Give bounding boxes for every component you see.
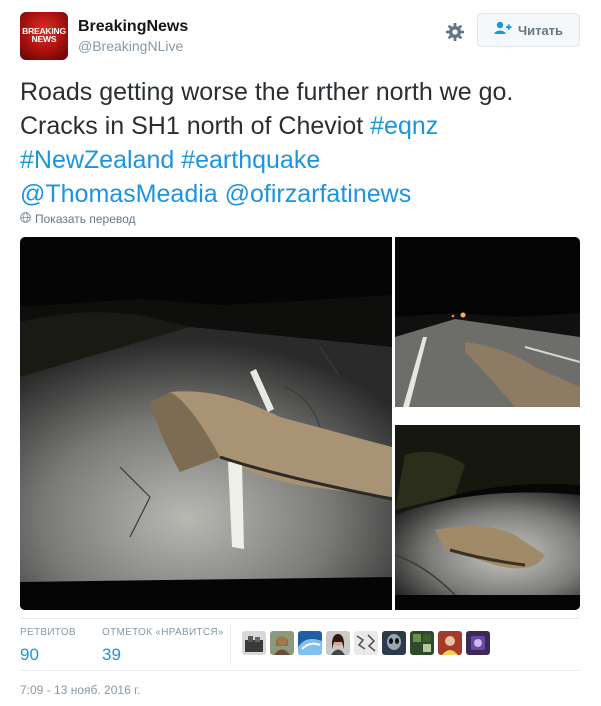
display-name[interactable]: BreakingNews bbox=[78, 17, 188, 37]
liker-avatar[interactable] bbox=[466, 631, 490, 655]
tweet-text: Roads getting worse the further north we… bbox=[20, 75, 580, 211]
translate-label: Показать перевод bbox=[35, 212, 136, 226]
media-grid bbox=[20, 237, 580, 610]
timestamp[interactable]: 7:09 - 13 нояб. 2016 г. bbox=[20, 683, 140, 697]
globe-icon bbox=[20, 212, 31, 226]
tweet-body: Roads getting worse the further north we… bbox=[20, 78, 514, 140]
mention-ofirzarfatinews[interactable]: @ofirzarfatinews bbox=[225, 180, 412, 208]
avatar[interactable]: BREAKING NEWS bbox=[20, 12, 68, 60]
liker-avatar[interactable] bbox=[298, 631, 322, 655]
follow-button[interactable]: Читать bbox=[477, 13, 580, 47]
photo-road-crack-closeup[interactable] bbox=[395, 425, 580, 610]
stats-separator bbox=[230, 624, 231, 664]
avatar-logo: BREAKING NEWS bbox=[22, 26, 66, 44]
add-user-icon bbox=[494, 21, 512, 40]
author-names[interactable]: BreakingNews @BreakingNLive bbox=[78, 17, 188, 55]
mention-thomasmeadia[interactable]: @ThomasMeadia bbox=[20, 180, 218, 208]
stats-bottom-divider bbox=[20, 670, 580, 671]
translate-link[interactable]: Показать перевод bbox=[20, 212, 136, 226]
hashtag-earthquake[interactable]: #earthquake bbox=[181, 146, 320, 174]
user-handle[interactable]: @BreakingNLive bbox=[78, 37, 188, 55]
gear-icon[interactable] bbox=[445, 22, 465, 42]
liker-avatar[interactable] bbox=[438, 631, 462, 655]
tweet-header: BREAKING NEWS BreakingNews @BreakingNLiv… bbox=[20, 12, 582, 62]
liker-avatar[interactable] bbox=[270, 631, 294, 655]
liker-avatar[interactable] bbox=[382, 631, 406, 655]
hashtag-eqnz[interactable]: #eqnz bbox=[370, 112, 438, 140]
retweets-label: РЕТВИТОВ bbox=[20, 627, 76, 638]
follow-label: Читать bbox=[517, 22, 564, 38]
photo-road-crack-main[interactable] bbox=[20, 237, 392, 610]
hashtag-newzealand[interactable]: #NewZealand bbox=[20, 146, 174, 174]
liker-avatar[interactable] bbox=[326, 631, 350, 655]
stats-top-divider bbox=[20, 618, 580, 619]
liker-avatar[interactable] bbox=[410, 631, 434, 655]
liker-avatar[interactable] bbox=[242, 631, 266, 655]
retweets-count[interactable]: 90 bbox=[20, 644, 76, 666]
likes-stat[interactable]: ОТМЕТОК «НРАВИТСЯ» 39 bbox=[102, 627, 224, 666]
liker-avatar[interactable] bbox=[354, 631, 378, 655]
photo-road-crack-distance[interactable] bbox=[395, 237, 580, 422]
likes-count[interactable]: 39 bbox=[102, 644, 224, 666]
liker-avatars bbox=[242, 631, 490, 655]
likes-label: ОТМЕТОК «НРАВИТСЯ» bbox=[102, 627, 224, 638]
retweets-stat[interactable]: РЕТВИТОВ 90 bbox=[20, 627, 76, 666]
